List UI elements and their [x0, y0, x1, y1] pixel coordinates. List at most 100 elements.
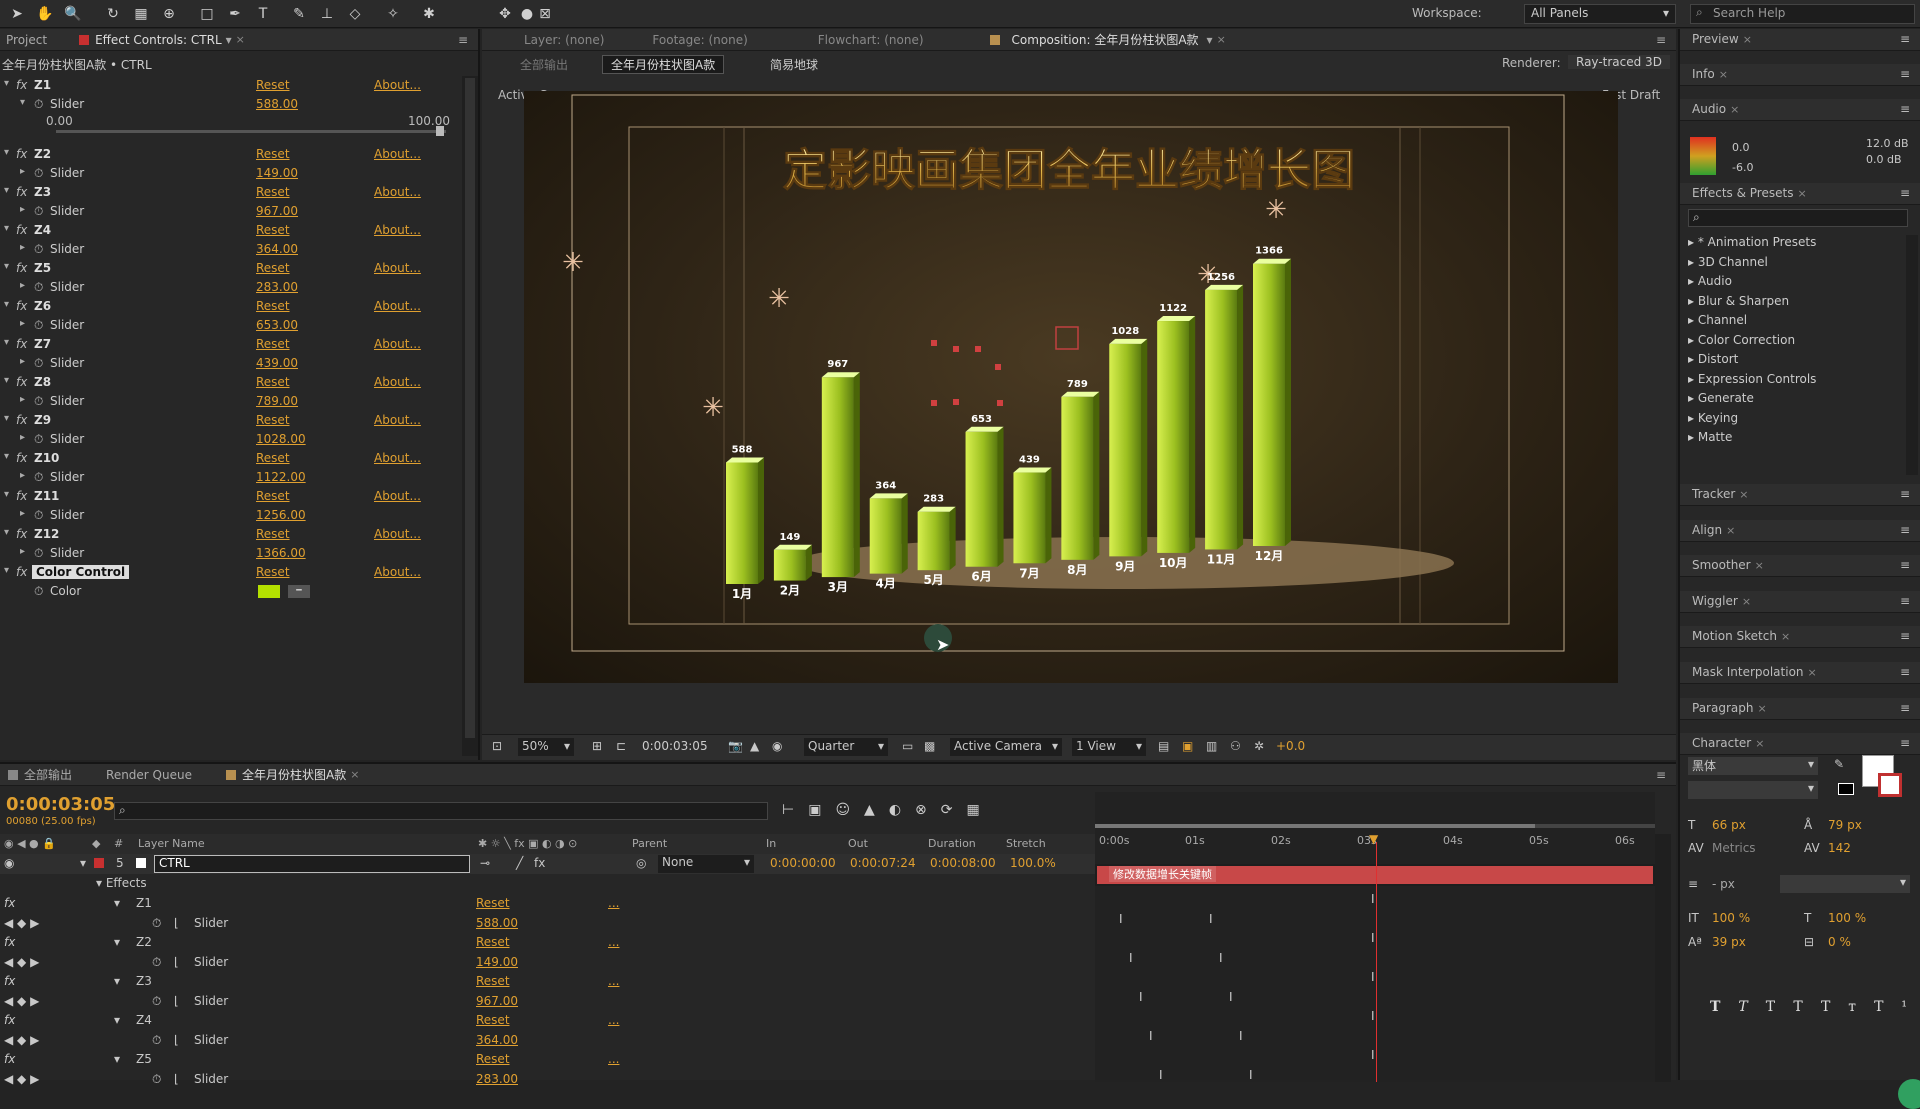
exposure-value[interactable]: +0.0 — [1276, 739, 1305, 753]
shy-layers-icon[interactable]: ☺ — [835, 802, 864, 818]
effect-row[interactable]: ▾ fx Z4 Reset About... — [0, 221, 462, 241]
slider-track[interactable] — [56, 130, 446, 133]
tab-composition[interactable]: Composition: 全年月份柱状图A款 — [1012, 31, 1199, 48]
slider-value[interactable]: 149.00 — [256, 166, 298, 180]
panel-menu-icon[interactable]: ≡ — [1656, 768, 1666, 782]
effect-row[interactable]: ▾ fx Z2 Reset About... — [0, 145, 462, 165]
reset-link[interactable]: Reset — [256, 261, 290, 275]
keyframe[interactable]: Ⅰ — [1229, 990, 1233, 1004]
reset-link[interactable]: Reset — [256, 78, 290, 92]
fx-toggle-icon[interactable]: fx — [16, 489, 27, 503]
layer-row[interactable]: ◉ ▾ 5 CTRL ⊸ ╱ fx ◎ None ▾ 0:00:00:00 0:0… — [0, 854, 1095, 874]
panel-menu-icon[interactable]: ≡ — [1900, 102, 1910, 116]
slider-value[interactable]: 149.00 — [476, 955, 518, 969]
timeline-icon[interactable]: ▥ — [1206, 739, 1217, 753]
notification-badge[interactable] — [1898, 1079, 1920, 1109]
timeline-slider-row[interactable]: ◀ ◆ ▶ ⏱ ⌊ Slider 364.00 — [0, 1031, 1095, 1051]
timeline-slider-row[interactable]: ◀ ◆ ▶ ⏱ ⌊ Slider 967.00 — [0, 992, 1095, 1012]
reset-link[interactable]: Reset — [256, 451, 290, 465]
preview-panel-header[interactable]: Preview × ≡ — [1680, 29, 1920, 51]
timeline-effect-row[interactable]: fx ▾ Z1 Reset... — [0, 894, 1095, 914]
time-graph[interactable]: 0:00s 01s 02s 03s 04s 05s 06s 修改数据增长关键帧 ⅠⅠⅠⅠⅠⅠ… — [1095, 792, 1655, 1082]
keyframe[interactable]: Ⅰ — [1119, 912, 1123, 926]
selection-tool-icon[interactable]: ➤ — [8, 5, 26, 23]
twirl-right-icon[interactable]: ▸ — [20, 242, 25, 253]
camera-select[interactable]: Active Camera ▾ — [950, 738, 1062, 756]
layer-duration-bar[interactable]: 修改数据增长关键帧 — [1097, 866, 1653, 884]
layer-duration[interactable]: 0:00:08:00 — [930, 856, 996, 870]
twirl-down-icon[interactable]: ▾ — [114, 896, 120, 910]
twirl-right-icon[interactable]: ▸ — [1688, 430, 1698, 444]
keyframe-navigator-icon[interactable]: ◀ ◆ ▶ — [4, 955, 39, 969]
stopwatch-icon[interactable]: ⏱ — [34, 470, 43, 485]
stopwatch-icon[interactable]: ⏱ — [152, 994, 161, 1009]
close-icon[interactable]: × — [1781, 630, 1790, 643]
pan-behind-tool-icon[interactable]: ⊕ — [160, 5, 178, 23]
slider-value[interactable]: 967.00 — [476, 994, 518, 1008]
stroke-style-select[interactable]: ▾ — [1780, 875, 1910, 893]
slider-row[interactable]: ▸ ⏱ Slider 1028.00 — [0, 430, 462, 450]
panel-header[interactable]: Tracker × ≡ — [1680, 484, 1920, 506]
about-link[interactable]: About... — [374, 223, 421, 237]
effects-search-input[interactable]: ⌕ — [1688, 209, 1908, 227]
slider-value[interactable]: 588.00 — [476, 916, 518, 930]
close-icon[interactable]: × — [1755, 559, 1764, 572]
fx-toggle-icon[interactable]: fx — [16, 337, 27, 351]
tab-render-queue[interactable]: Render Queue — [106, 768, 192, 782]
fx-toggle-icon[interactable]: fx — [16, 147, 27, 161]
stopwatch-icon[interactable]: ⏱ — [152, 955, 161, 970]
slider-value[interactable]: 283.00 — [476, 1072, 518, 1086]
fx-toggle-icon[interactable]: fx — [16, 527, 27, 541]
work-area-range[interactable] — [1095, 824, 1535, 828]
panel-menu-icon[interactable]: ≡ — [1900, 67, 1910, 81]
fx-toggle-icon[interactable]: fx — [4, 1052, 15, 1066]
fx-toggle-icon[interactable]: fx — [16, 565, 27, 579]
camera-tool-icon[interactable]: ▦ — [132, 5, 150, 23]
chevron-down-icon[interactable]: ▾ — [226, 33, 232, 47]
effects-presets-header[interactable]: Effects & Presets × ≡ — [1680, 183, 1920, 205]
font-family-select[interactable]: 黑体 ▾ — [1688, 757, 1818, 775]
effects-category[interactable]: ▸ Color Correction — [1688, 333, 1795, 347]
about-link[interactable]: About... — [374, 337, 421, 351]
twirl-down-icon[interactable]: ▾ — [114, 1052, 120, 1066]
twirl-down-icon[interactable]: ▾ — [4, 527, 9, 538]
motion-path-point[interactable] — [975, 346, 981, 352]
font-style-select[interactable]: ▾ — [1688, 781, 1818, 799]
show-snapshot-icon[interactable]: ▲ — [750, 739, 759, 753]
composition-canvas[interactable]: 定影映画集团全年业绩增长图 ✳ ✳ ✳ ✳ ✳ 588 1月 149 2月 967 3月 364 4月… — [524, 91, 1618, 683]
slider-row[interactable]: ▸ ⏱ Slider 967.00 — [0, 202, 462, 222]
effects-category[interactable]: ▸ Generate — [1688, 391, 1754, 405]
quality-switch-icon[interactable]: ╱ — [516, 856, 523, 870]
twirl-right-icon[interactable]: ▸ — [1688, 235, 1698, 249]
keyframe[interactable]: Ⅰ — [1139, 990, 1143, 1004]
slider-value[interactable]: 653.00 — [256, 318, 298, 332]
search-help-input[interactable]: ⌕ Search Help — [1690, 4, 1915, 24]
brainstorm-icon[interactable]: ▦ — [967, 802, 994, 818]
tab-flowchart[interactable]: Flowchart: (none) — [818, 33, 924, 47]
keyframe[interactable]: Ⅰ — [1239, 1029, 1243, 1043]
keyframe-navigator-icon[interactable]: ◀ ◆ ▶ — [4, 994, 39, 1008]
tab-all-output[interactable]: 全部输出 — [24, 766, 72, 783]
region-of-interest-icon[interactable]: ▭ — [902, 739, 913, 753]
col-in[interactable]: In — [766, 837, 776, 850]
close-icon[interactable]: × — [1726, 524, 1735, 537]
slider-handle[interactable] — [436, 126, 444, 136]
motion-path-point[interactable] — [931, 340, 937, 346]
fx-toggle-icon[interactable]: fx — [16, 451, 27, 465]
renderer-button[interactable]: Ray-traced 3D — [1568, 55, 1670, 69]
scrollbar[interactable] — [462, 76, 478, 756]
twirl-down-icon[interactable]: ▾ — [4, 451, 9, 462]
hand-tool-icon[interactable]: ✋ — [36, 5, 54, 23]
motion-blur-icon[interactable]: ◐ — [889, 802, 915, 818]
twirl-down-icon[interactable]: ▾ — [96, 876, 106, 890]
about-link[interactable]: ... — [608, 974, 619, 988]
close-icon[interactable]: × — [1743, 33, 1752, 46]
slider-range-row[interactable]: 0.00 100.00 — [0, 114, 462, 136]
current-time-display[interactable]: 0:00:03:05 — [642, 739, 708, 753]
stopwatch-icon[interactable]: ⏱ — [34, 546, 43, 561]
slider-row[interactable]: ▸ ⏱ Slider 1122.00 — [0, 468, 462, 488]
scrollbar[interactable] — [1906, 235, 1918, 475]
layer-stretch[interactable]: 100.0% — [1010, 856, 1056, 870]
close-icon[interactable]: × — [1730, 103, 1739, 116]
stopwatch-icon[interactable]: ⏱ — [34, 166, 43, 181]
